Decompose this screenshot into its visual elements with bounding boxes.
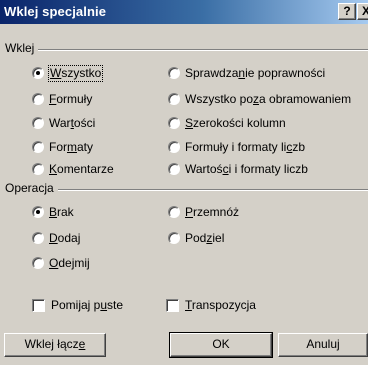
cancel-button[interactable]: Anuluj bbox=[278, 333, 368, 357]
radio-brak-button[interactable] bbox=[32, 206, 44, 218]
checkbox-pomijaj-puste-label: Pomijaj puste bbox=[51, 298, 124, 312]
window-title: Wklej specjalnie bbox=[4, 4, 107, 19]
radio-formuly-label: Formuły bbox=[49, 92, 93, 106]
radio-formaty-button[interactable] bbox=[32, 141, 44, 153]
radio-szerokosci-button[interactable] bbox=[168, 117, 180, 129]
radio-dodaj-label: Dodaj bbox=[49, 231, 81, 245]
radio-formuly-button[interactable] bbox=[32, 93, 44, 105]
checkbox-transpozycja-label: Transpozycja bbox=[185, 298, 256, 312]
checkbox-transpozycja-box[interactable] bbox=[166, 299, 179, 312]
radio-formaty-label: Formaty bbox=[49, 140, 94, 154]
radio-przemnoz-label: Przemnóż bbox=[185, 205, 240, 219]
radio-poza-obramowaniem-button[interactable] bbox=[168, 93, 180, 105]
operacja-group-border bbox=[6, 189, 368, 191]
help-button[interactable]: ? bbox=[338, 3, 356, 20]
radio-wszystko-button[interactable] bbox=[32, 67, 44, 79]
radio-szerokosci-label: Szerokości kolumn bbox=[185, 116, 286, 130]
close-button[interactable]: X bbox=[357, 3, 368, 20]
operacja-group-label: Operacja bbox=[5, 181, 58, 195]
ok-button[interactable]: OK bbox=[169, 332, 273, 358]
radio-wartosci-button[interactable] bbox=[32, 117, 44, 129]
radio-przemnoz-button[interactable] bbox=[168, 206, 180, 218]
radio-wartosci-formaty-button[interactable] bbox=[168, 163, 180, 175]
radio-sprawdzanie-button[interactable] bbox=[168, 67, 180, 79]
radio-brak-label: Brak bbox=[49, 205, 74, 219]
radio-podziel-label: Podziel bbox=[185, 231, 225, 245]
wklej-group-label: Wklej bbox=[5, 41, 39, 55]
radio-wartosci-label: Wartości bbox=[49, 116, 96, 130]
radio-komentarze-label: Komentarze bbox=[49, 162, 114, 176]
radio-dodaj-button[interactable] bbox=[32, 232, 44, 244]
radio-odejmij-button[interactable] bbox=[32, 257, 44, 269]
paste-link-button[interactable]: Wklej łącze bbox=[4, 333, 106, 357]
title-bar: Wklej specjalnie ? X bbox=[0, 0, 368, 24]
radio-podziel-button[interactable] bbox=[168, 232, 180, 244]
radio-formuly-formaty-label: Formuły i formaty liczb bbox=[185, 140, 306, 154]
radio-formuly-formaty-button[interactable] bbox=[168, 141, 180, 153]
radio-wszystko-label: Wszystko bbox=[47, 65, 104, 82]
radio-sprawdzanie-label: Sprawdzanie poprawności bbox=[185, 66, 326, 80]
radio-poza-obramowaniem-label: Wszystko poza obramowaniem bbox=[185, 92, 352, 106]
radio-odejmij-label: Odejmij bbox=[49, 256, 90, 270]
checkbox-pomijaj-puste-box[interactable] bbox=[32, 299, 45, 312]
radio-komentarze-button[interactable] bbox=[32, 163, 44, 175]
radio-wartosci-formaty-label: Wartości i formaty liczb bbox=[185, 162, 308, 176]
wklej-group-border bbox=[6, 49, 368, 51]
